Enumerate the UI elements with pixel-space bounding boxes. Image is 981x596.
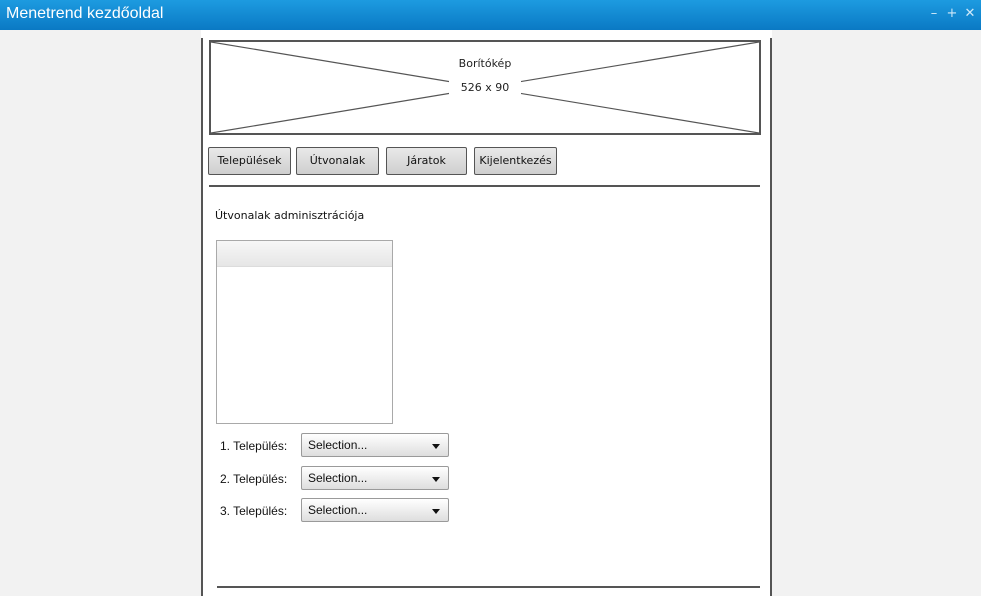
left-gutter: [0, 30, 9, 596]
plus-icon[interactable]: +: [945, 7, 959, 21]
title-bar: Menetrend kezdőoldal – + ✕: [0, 0, 981, 30]
footer-divider: [217, 586, 760, 588]
nav-button-utvonalak[interactable]: Útvonalak: [296, 147, 379, 175]
routes-listbox[interactable]: [216, 240, 393, 424]
minimize-icon[interactable]: –: [927, 7, 941, 21]
window-title: Menetrend kezdőoldal: [6, 5, 164, 22]
nav-button-kijelentkezes[interactable]: Kijelentkezés: [474, 147, 557, 175]
settlement-3-label: 3. Település:: [220, 504, 288, 518]
chevron-down-icon: [432, 444, 440, 449]
cover-image-placeholder: Borítókép 526 x 90: [209, 40, 761, 135]
cover-size: 526 x 90: [449, 80, 521, 96]
listbox-header: [217, 241, 392, 267]
nav-button-jaratok[interactable]: Járatok: [386, 147, 467, 175]
settlement-2-select[interactable]: Selection...: [301, 466, 449, 490]
page-border-left: [201, 38, 203, 596]
settlement-1-value: Selection...: [308, 438, 368, 452]
header-divider: [209, 185, 760, 187]
window-controls: – + ✕: [927, 7, 977, 21]
close-icon[interactable]: ✕: [963, 7, 977, 21]
settlement-1-select[interactable]: Selection...: [301, 433, 449, 457]
section-title: Útvonalak adminisztrációja: [215, 209, 365, 222]
page-border-right: [770, 38, 772, 596]
chevron-down-icon: [432, 509, 440, 514]
chevron-down-icon: [432, 477, 440, 482]
settlement-2-value: Selection...: [308, 471, 368, 485]
settlement-2-label: 2. Település:: [220, 472, 288, 486]
cover-title: Borítókép: [458, 57, 512, 70]
settlement-3-select[interactable]: Selection...: [301, 498, 449, 522]
nav-button-telepulesek[interactable]: Települések: [208, 147, 291, 175]
settlement-3-value: Selection...: [308, 503, 368, 517]
app-window: Menetrend kezdőoldal – + ✕ Borítókép 526…: [0, 0, 981, 596]
settlement-1-label: 1. Település:: [220, 439, 288, 453]
